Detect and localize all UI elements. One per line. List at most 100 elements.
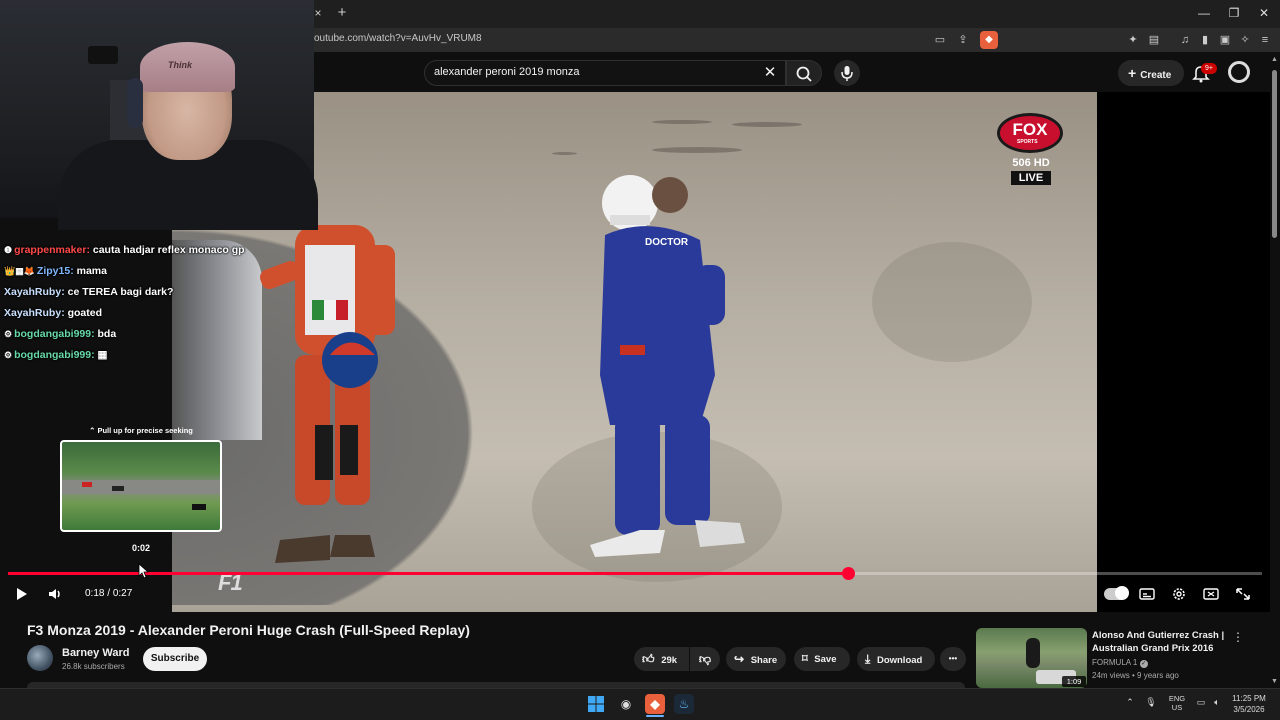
clock[interactable]: 11:25 PM 3/5/2026 (1226, 693, 1272, 715)
create-button[interactable]: + Create (1118, 60, 1184, 86)
clock-date: 3/5/2026 (1233, 705, 1265, 714)
subscriber-count: 26.8k subscribers (62, 662, 125, 671)
subscribe-button[interactable]: Subscribe (143, 647, 207, 671)
volume-icon (49, 589, 60, 599)
chat-text: goated (67, 307, 103, 319)
marshal-figure (260, 225, 395, 563)
wallet-icon[interactable]: ▣ (1217, 32, 1233, 48)
recommendation-channel-name: FORMULA 1 (1092, 658, 1138, 667)
media-icon[interactable]: ♫ (1177, 32, 1193, 48)
start-button[interactable] (586, 694, 606, 714)
chat-username[interactable]: bogdangabi999 (14, 349, 91, 361)
recommendation-title[interactable]: Alonso And Gutierrez Crash | Australian … (1092, 629, 1232, 655)
region-code: US (1171, 703, 1183, 712)
account-avatar[interactable] (1228, 61, 1250, 83)
preview-car (112, 486, 124, 491)
chat-text: bda (97, 328, 117, 340)
scrollbar-thumb[interactable] (1272, 70, 1277, 238)
chat-username[interactable]: XayahRuby (4, 286, 61, 298)
share-page-icon[interactable]: ⇪ (955, 32, 971, 48)
video-title: F3 Monza 2019 - Alexander Peroni Huge Cr… (27, 622, 470, 638)
download-icon: ⤓ (865, 652, 871, 666)
mute-button[interactable] (45, 585, 65, 603)
brave-shield-icon[interactable]: ◆ (980, 31, 998, 49)
video-letterbox (1097, 92, 1270, 612)
time-display: 0:18 / 0:27 (85, 588, 132, 599)
clear-search-icon[interactable]: ✕ (762, 63, 778, 81)
fullscreen-icon (1236, 588, 1250, 600)
chat-username[interactable]: bogdangabi999 (14, 328, 91, 340)
recommendation-duration: 1:09 (1062, 676, 1086, 687)
progress-played (8, 572, 848, 575)
scrubber-handle[interactable] (842, 567, 855, 580)
obs-taskbar-icon[interactable]: ◉ (616, 694, 636, 714)
chat-message: ⚙ bogdangabi999: ▦ (4, 349, 274, 370)
play-button[interactable] (11, 585, 31, 603)
chat-text: mama (76, 265, 107, 277)
tray-overflow-icon[interactable]: ⌃ (1124, 697, 1136, 708)
close-window-button[interactable]: ✕ (1254, 5, 1274, 21)
new-tab-button[interactable]: + (334, 4, 350, 22)
volume-tray-icon[interactable]: 🔈︎ (1211, 697, 1223, 708)
chat-badge-icon: ⚙ (4, 329, 13, 339)
minimize-button[interactable]: — (1194, 5, 1214, 21)
active-app-indicator (646, 715, 664, 717)
settings-button[interactable] (1169, 585, 1189, 603)
fox-sports-logo: FOX (997, 113, 1063, 153)
microphone-icon (841, 66, 853, 81)
time-separator: / (107, 588, 111, 599)
search-button[interactable] (786, 60, 822, 86)
chat-text: ce TEREA bagi dark? (67, 286, 174, 298)
browser-menu-icon[interactable]: ≡ (1257, 32, 1273, 48)
scroll-down-icon[interactable]: ▼ (1271, 678, 1278, 686)
download-label: Download (876, 655, 923, 666)
leo-ai-icon[interactable]: ✧ (1237, 32, 1253, 48)
voice-search-button[interactable] (834, 60, 860, 86)
save-button[interactable]: ⌑ Save (794, 647, 850, 671)
network-icon[interactable]: ▭ (1195, 697, 1207, 708)
chat-username[interactable]: Zipy15 (37, 265, 70, 277)
share-button[interactable]: ↪ Share (726, 647, 786, 671)
cast-icon[interactable]: ▭ (932, 32, 948, 48)
tray-mic-icon[interactable]: 🎙︎ (1145, 697, 1157, 708)
fullscreen-button[interactable] (1233, 585, 1253, 603)
dislike-button[interactable]: 👎︎ (690, 647, 720, 671)
chat-username[interactable]: grappenmaker (14, 244, 86, 256)
url-field[interactable]: outube.com/watch?v=AuvHv_VRUM8 (314, 33, 482, 44)
extensions-icon[interactable]: ✦ (1125, 32, 1141, 48)
recommendation-menu-icon[interactable]: ⋮ (1232, 630, 1244, 644)
seek-preview-thumbnail (60, 440, 222, 532)
share-icon: ↪ (734, 652, 745, 666)
play-icon (17, 588, 27, 600)
cap-text: Think (168, 60, 192, 70)
search-query: alexander peroni 2019 monza (434, 66, 580, 78)
chat-text: cauta hadjar reflex monaco gp (92, 244, 245, 256)
reader-icon[interactable]: ▤ (1146, 32, 1162, 48)
chat-username[interactable]: XayahRuby (4, 307, 61, 319)
subtitles-button[interactable] (1137, 585, 1157, 603)
restore-button[interactable]: ❐ (1224, 5, 1244, 21)
channel-number: 506 HD (1012, 157, 1050, 169)
sidebar-icon[interactable]: ▮ (1197, 32, 1213, 48)
channel-name[interactable]: Barney Ward (62, 647, 129, 659)
like-button[interactable]: 👍︎ 29k (634, 647, 689, 671)
brave-taskbar-icon[interactable]: ◆ (645, 694, 665, 714)
miniplayer-button[interactable] (1201, 585, 1221, 603)
captions-icon (1139, 588, 1155, 600)
chat-message: ⚙ bogdangabi999: bda (4, 328, 274, 349)
live-badge: LIVE (1011, 171, 1051, 185)
plus-icon: + (1128, 65, 1137, 81)
download-button[interactable]: ⤓ Download (857, 647, 935, 671)
seek-preview-time: 0:02 (131, 543, 150, 553)
recommendation-channel[interactable]: FORMULA 1 ✓ (1092, 658, 1148, 668)
chat-message: ❶ grappenmaker: cauta hadjar reflex monac… (4, 244, 274, 265)
clock-time: 11:25 PM (1232, 694, 1266, 703)
seek-hint: ⌃ Pull up for precise seeking (89, 426, 193, 435)
miniplayer-icon (1203, 588, 1219, 600)
steam-taskbar-icon[interactable]: ♨ (674, 694, 694, 714)
language-indicator[interactable]: ENG US (1165, 694, 1189, 712)
scroll-up-icon[interactable]: ▲ (1271, 56, 1278, 64)
duration: 0:27 (112, 588, 133, 599)
more-actions-button[interactable]: ••• (940, 647, 966, 671)
channel-avatar[interactable] (27, 645, 53, 671)
